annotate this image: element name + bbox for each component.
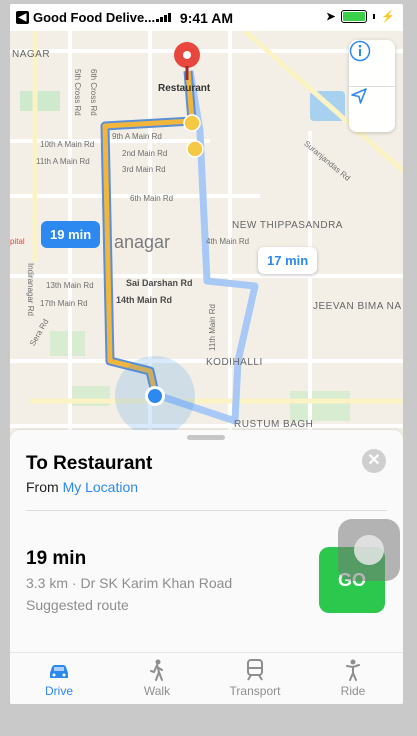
map-label: pital [10,237,25,246]
route-detail: 3.3 km · Dr SK Karim Khan Road [26,575,233,591]
info-icon [349,40,371,62]
map-label: Indiranagar Rd [26,263,35,316]
close-button[interactable]: ✕ [362,449,386,473]
info-button[interactable] [349,40,395,86]
map-label: KODIHALLI [206,357,263,368]
train-icon [247,659,263,681]
tab-label: Ride [340,684,366,698]
from-location-link[interactable]: My Location [63,479,138,495]
map-label: 4th Main Rd [206,237,250,246]
destination-pin-label[interactable]: Restaurant [158,83,210,94]
charging-icon: ⚡ [381,11,395,23]
from-line: From My Location [26,479,138,495]
battery-icon [341,10,368,23]
map-label: 5th Cross Rd [73,69,82,116]
map-label: 17th Main Rd [40,299,88,308]
divider [26,510,387,511]
location-arrow-icon [351,88,367,104]
map-label: 11th A Main Rd [36,157,90,166]
walk-icon [150,659,163,681]
map-label: NEW THIPPASANDRA [232,220,343,231]
tab-walk[interactable]: Walk [108,653,206,704]
status-bar: ◀ Good Food Delive... 9:41 AM ➤ ⚡ [10,4,403,31]
route-time: 19 min [26,548,87,569]
sheet-grabber[interactable] [187,435,225,440]
primary-route-eta[interactable]: 19 min [41,221,101,248]
map-label: 6th Main Rd [130,194,174,203]
location-services-icon: ➤ [326,11,336,23]
map-label: 3rd Main Rd [122,165,166,174]
destination-title: To Restaurant [26,453,153,474]
route-note: Suggested route [26,597,129,613]
tab-drive[interactable]: Drive [10,653,108,704]
car-icon [50,665,68,678]
map-label: NAGAR [12,49,51,60]
map-label: 13th Main Rd [46,281,94,290]
tab-ride[interactable]: Ride [304,653,402,704]
alternate-route-eta[interactable]: 17 min [258,247,318,274]
current-location-button[interactable] [349,86,395,132]
close-icon: ✕ [367,452,381,469]
area-name-label: anagar [114,232,171,252]
map-label: 10th A Main Rd [40,140,95,149]
ride-icon [346,659,360,681]
map-label: JEEVAN BIMA NA [313,301,402,312]
route-sheet: To Restaurant From My Location ✕ 19 min … [10,430,403,704]
touch-indicator [338,519,400,581]
map-controls [349,40,395,132]
tab-label: Walk [143,684,171,698]
map-label: Sai Darshan Rd [126,278,193,288]
map-label: 11th Main Rd [208,304,217,351]
map-view[interactable]: NAGAR 6th Cross Rd 5th Cross Rd 9th A Ma… [10,31,403,441]
map-label: 9th A Main Rd [112,132,162,141]
tab-label: Transport [229,684,281,698]
tab-transport[interactable]: Transport [206,653,304,704]
maps-screen: ◀ Good Food Delive... 9:41 AM ➤ ⚡ NAGAR … [10,4,403,704]
tab-label: Drive [44,684,73,698]
map-label: 14th Main Rd [116,295,173,305]
map-label: 6th Cross Rd [89,69,98,116]
map-label: RUSTUM BAGH [234,419,314,430]
from-prefix: From [26,479,59,495]
transport-mode-tabs: Drive Walk Transport Ride [10,652,403,704]
map-label: 2nd Main Rd [122,149,168,158]
